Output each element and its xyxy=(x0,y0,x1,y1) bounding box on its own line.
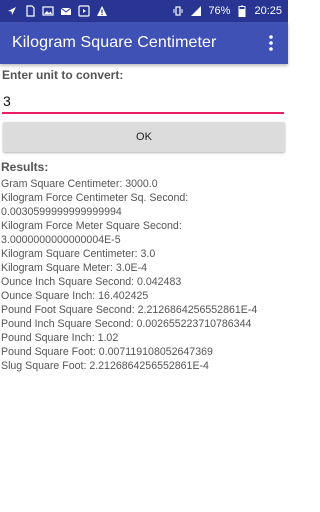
result-line: Ounce Inch Square Second: 0.042483 xyxy=(1,276,182,288)
main-content: Enter unit to convert: OK Results: Gram … xyxy=(0,64,288,373)
input-prompt: Enter unit to convert: xyxy=(2,68,124,82)
navigation-icon xyxy=(8,7,16,15)
network-icon xyxy=(191,6,202,16)
result-line: Kilogram Force Meter Square Second: xyxy=(1,220,182,232)
warning-icon xyxy=(97,6,107,16)
app-title: Kilogram Square Centimeter xyxy=(12,34,217,51)
battery-icon xyxy=(238,5,246,17)
overflow-menu-button[interactable] xyxy=(264,32,278,54)
unit-input[interactable] xyxy=(2,93,284,109)
play-store-icon xyxy=(78,5,90,17)
image-icon xyxy=(42,6,54,16)
result-line: Kilogram Square Centimeter: 3.0 xyxy=(1,248,156,260)
result-line: Pound Square Foot: 0.007119108052647369 xyxy=(1,346,213,358)
battery-percent: 76% xyxy=(208,5,231,17)
status-bar-left xyxy=(6,5,108,17)
status-bar: 76% 20:25 xyxy=(0,0,288,22)
result-line: Pound Inch Square Second: 0.002655223710… xyxy=(1,318,252,330)
result-line: 3.0000000000000004E-5 xyxy=(1,234,121,246)
result-line: Gram Square Centimeter: 3000.0 xyxy=(1,178,158,190)
result-line: Pound Square Inch: 1.02 xyxy=(1,332,119,344)
vibrate-icon xyxy=(173,6,183,16)
results-list: Gram Square Centimeter: 3000.0 Kilogram … xyxy=(1,177,288,373)
overflow-menu-icon xyxy=(269,35,273,51)
result-line: Ounce Square Inch: 16.402425 xyxy=(1,290,149,302)
clock: 20:25 xyxy=(254,5,282,17)
status-bar-right: 76% 20:25 xyxy=(172,5,282,17)
unit-input-container xyxy=(2,90,284,114)
app-bar: Kilogram Square Centimeter xyxy=(0,22,288,64)
result-line: Kilogram Square Meter: 3.0E-4 xyxy=(1,262,148,274)
result-line: Kilogram Force Centimeter Sq. Second: xyxy=(1,192,189,204)
result-line: 0.0030599999999999994 xyxy=(1,206,122,218)
results-heading: Results: xyxy=(1,160,49,174)
sim-card-icon xyxy=(26,5,35,17)
result-line: Slug Square Foot: 2.2126864256552861E-4 xyxy=(1,360,209,372)
result-line: Pound Foot Square Second: 2.212686425655… xyxy=(1,304,258,316)
ok-button[interactable]: OK xyxy=(3,122,285,152)
mail-icon xyxy=(60,7,72,15)
